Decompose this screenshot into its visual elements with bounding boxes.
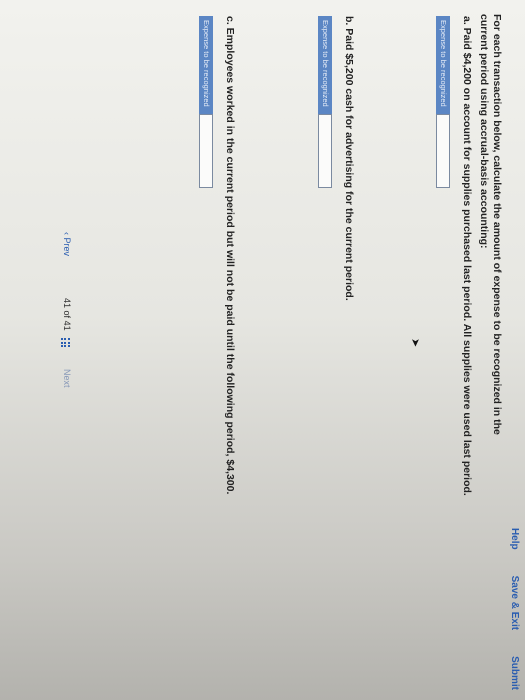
instructions-text: For each transaction below, calculate th… <box>478 14 503 435</box>
submit-link[interactable]: Submit <box>510 656 521 690</box>
chevron-left-icon: ‹ <box>62 232 72 235</box>
answer-row-b: Expense to be recognized <box>318 16 332 188</box>
top-toolbar: Help Save & Exit Submit <box>505 0 525 700</box>
next-button[interactable]: Next <box>62 369 72 388</box>
answer-label-b: Expense to be recognized <box>318 16 332 114</box>
answer-input-a[interactable] <box>436 114 450 188</box>
prev-button[interactable]: ‹ Prev <box>62 232 72 256</box>
mouse-pointer-icon: ➤ <box>409 338 421 348</box>
answer-row-c: Expense to be recognized <box>199 16 213 188</box>
prev-label: Prev <box>62 237 72 257</box>
question-a-text: a. Paid $4,200 on account for supplies p… <box>461 16 473 496</box>
page-indicator: 41 of 41 <box>62 298 72 331</box>
grid-icon[interactable] <box>61 338 70 348</box>
answer-label-a: Expense to be recognized <box>436 16 450 114</box>
screen: Help Save & Exit Submit For each transac… <box>0 0 525 700</box>
pagination-footer: ‹ Prev 41 of 41 Next <box>54 0 72 700</box>
answer-input-c[interactable] <box>199 114 213 188</box>
page-total: 41 <box>62 320 72 331</box>
answer-label-c: Expense to be recognized <box>199 16 213 114</box>
help-link[interactable]: Help <box>510 528 521 550</box>
page-of: of <box>62 310 72 319</box>
page-current: 41 <box>62 298 72 309</box>
question-c-text: c. Employees worked in the current perio… <box>224 16 236 495</box>
question-b-text: b. Paid $5,200 cash for advertising for … <box>343 16 355 301</box>
answer-row-a: Expense to be recognized <box>436 16 450 188</box>
save-exit-link[interactable]: Save & Exit <box>510 576 521 630</box>
answer-input-b[interactable] <box>318 114 332 188</box>
